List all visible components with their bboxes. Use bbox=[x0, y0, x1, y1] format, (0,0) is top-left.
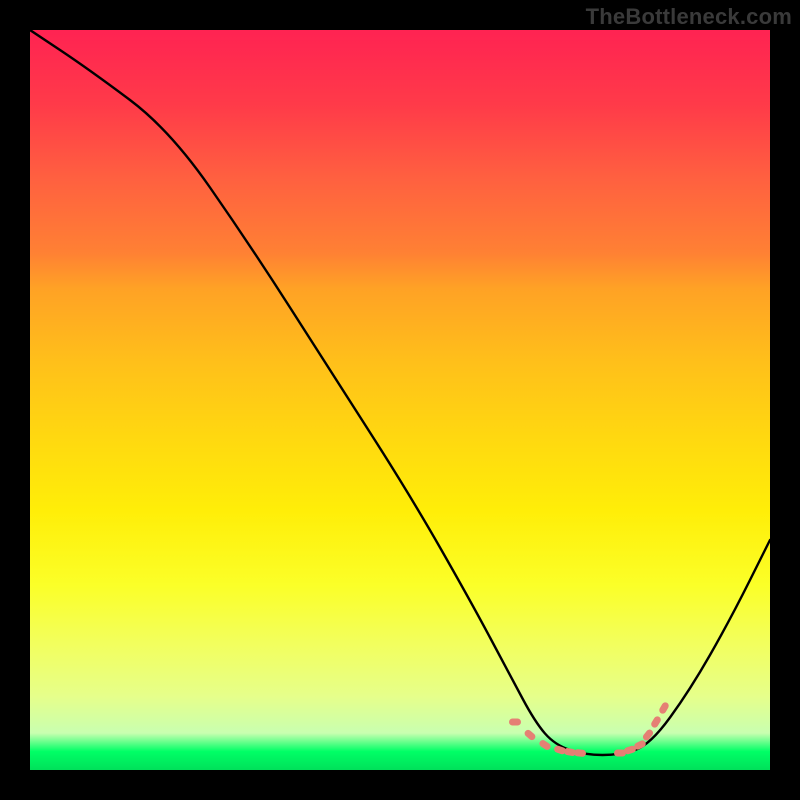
valley-dot bbox=[642, 728, 655, 742]
valley-dot bbox=[538, 739, 552, 751]
branding-watermark: TheBottleneck.com bbox=[586, 4, 792, 30]
plot-area bbox=[30, 30, 770, 770]
valley-dot bbox=[509, 719, 521, 726]
valley-dot bbox=[523, 728, 537, 741]
valley-dot bbox=[574, 749, 587, 757]
curve-layer bbox=[30, 30, 770, 770]
valley-dot bbox=[650, 715, 662, 729]
chart-frame: TheBottleneck.com bbox=[0, 0, 800, 800]
valley-dot bbox=[658, 701, 670, 715]
bottleneck-curve bbox=[30, 30, 770, 755]
